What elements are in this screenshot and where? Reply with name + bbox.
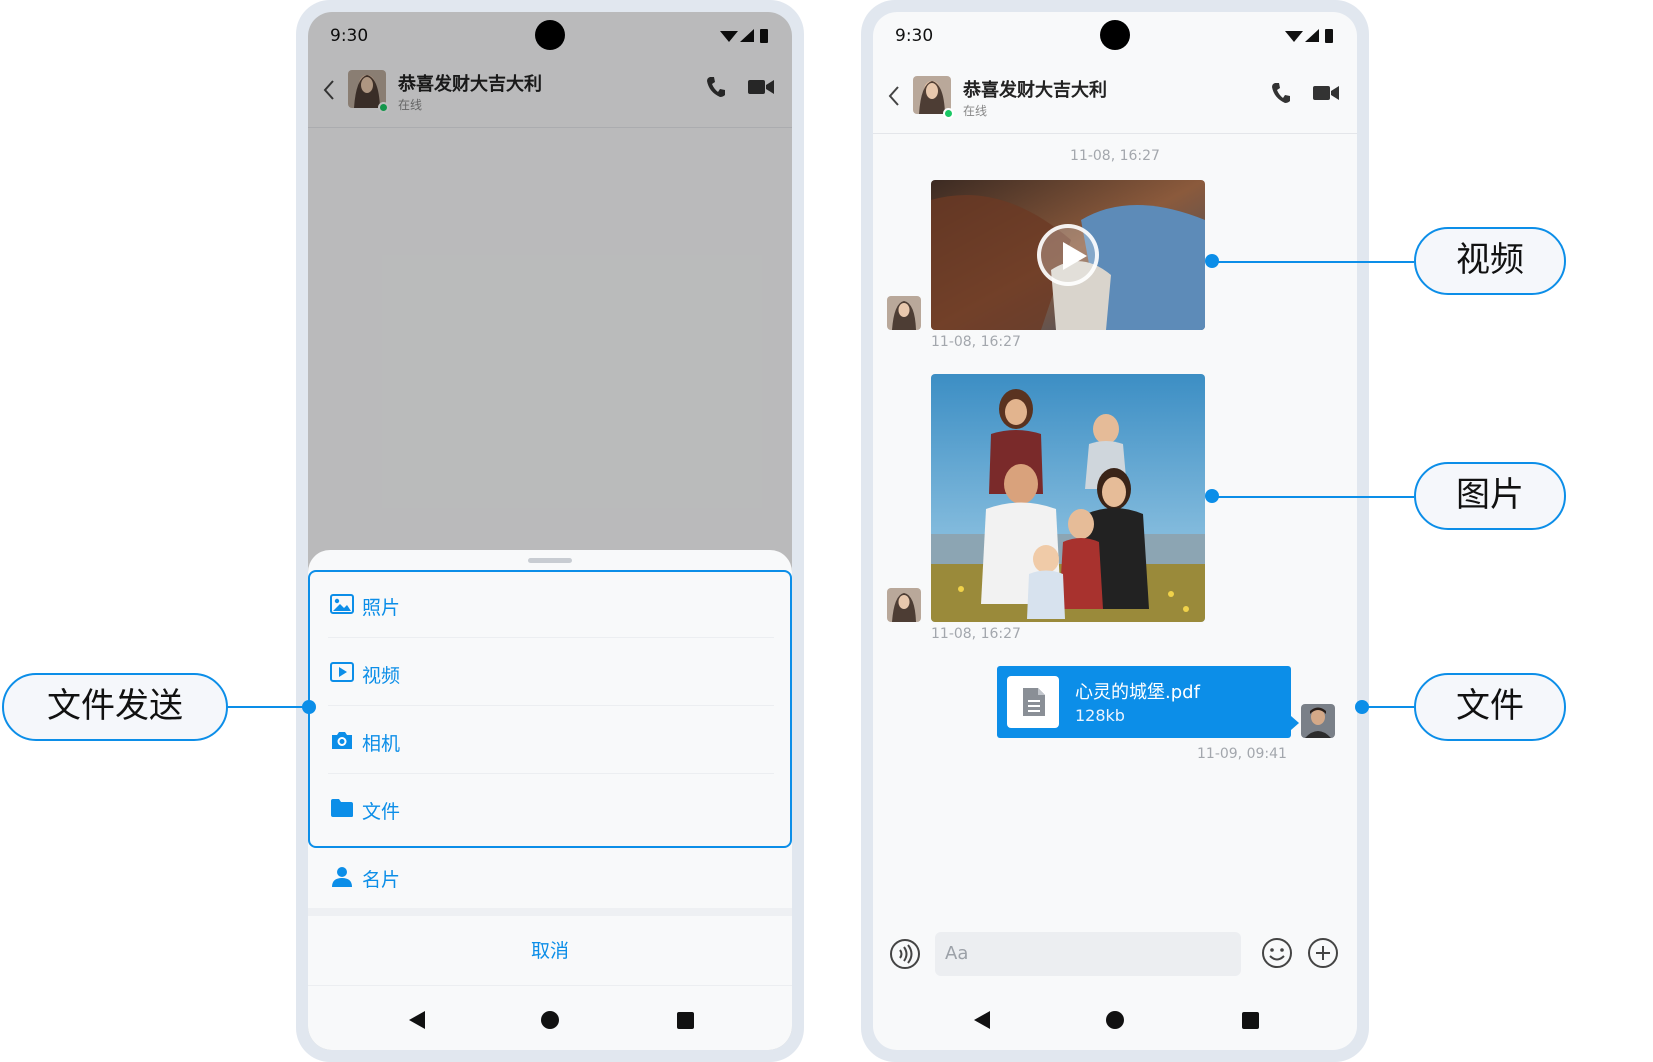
date-divider: 11-08, 16:27 [1070, 148, 1160, 164]
menu-item-label: 照片 [362, 597, 401, 619]
message-timestamp: 11-08, 16:27 [931, 626, 1021, 642]
menu-item-camera[interactable]: 相机 [328, 706, 774, 774]
callout-file: 文件 [1414, 673, 1566, 741]
self-avatar[interactable] [1301, 704, 1335, 738]
menu-item-file[interactable]: 文件 [328, 774, 774, 842]
sender-avatar[interactable] [887, 296, 921, 330]
status-icons [1285, 28, 1335, 48]
left-phone-mockup: 9:30 恭喜发财大吉大利 在线 照片 视频 相机 文件 名片 取消 [296, 0, 804, 1062]
menu-item-video[interactable]: 视频 [328, 638, 774, 706]
message-input[interactable]: Aa [935, 932, 1241, 976]
bubble-tail [1291, 716, 1299, 730]
back-icon[interactable] [887, 84, 901, 112]
message-timestamp: 11-08, 16:27 [931, 334, 1021, 350]
callout-dot [1355, 700, 1369, 714]
sheet-grabber[interactable] [528, 558, 572, 563]
emoji-icon[interactable] [1261, 937, 1293, 973]
phone-call-icon[interactable] [1271, 82, 1291, 108]
image-message[interactable] [931, 374, 1205, 622]
attach-bottom-sheet: 照片 视频 相机 文件 名片 取消 [308, 550, 792, 1050]
chat-name: 恭喜发财大吉大利 [963, 80, 1107, 101]
callout-connector [1212, 261, 1414, 263]
folder-icon [330, 798, 354, 822]
video-call-icon[interactable] [1313, 84, 1339, 106]
callout-dot [302, 700, 316, 714]
callout-connector [228, 706, 308, 708]
cancel-button[interactable]: 取消 [308, 916, 792, 986]
menu-item-contact-card[interactable]: 名片 [328, 842, 774, 910]
callout-image: 图片 [1414, 462, 1566, 530]
family-photo [931, 374, 1205, 622]
callout-video: 视频 [1414, 227, 1566, 295]
right-phone-screen: 9:30 恭喜发财大吉大利 在线 11-08, 16:27 11-08, 16:… [873, 12, 1357, 1050]
left-phone-screen: 9:30 恭喜发财大吉大利 在线 照片 视频 相机 文件 名片 取消 [308, 12, 792, 1050]
video-message[interactable] [931, 180, 1205, 330]
menu-item-label: 名片 [362, 869, 401, 891]
menu-item-photo[interactable]: 照片 [328, 570, 774, 638]
callout-connector [1212, 496, 1414, 498]
right-phone-mockup: 9:30 恭喜发财大吉大利 在线 11-08, 16:27 11-08, 16:… [861, 0, 1369, 1062]
video-file-icon [330, 662, 354, 686]
nav-recents-icon[interactable] [1242, 1012, 1259, 1029]
android-nav-bar [308, 990, 792, 1050]
message-input-bar: Aa [873, 920, 1357, 990]
online-indicator [943, 108, 954, 119]
file-message[interactable]: 心灵的城堡.pdf 128kb [997, 666, 1299, 738]
nav-back-icon[interactable] [973, 1010, 991, 1034]
file-size: 128kb [1075, 706, 1125, 725]
plus-icon[interactable] [1307, 937, 1339, 973]
callout-file-send: 文件发送 [2, 673, 228, 741]
message-timestamp: 11-09, 09:41 [1197, 746, 1287, 762]
photo-icon [330, 594, 354, 618]
play-icon[interactable] [1037, 224, 1099, 286]
camera-cutout [1100, 20, 1130, 50]
voice-icon[interactable] [889, 938, 921, 974]
nav-home-icon[interactable] [1106, 1011, 1124, 1029]
signal-battery-icon [1285, 29, 1333, 43]
nav-back-icon[interactable] [408, 1010, 426, 1034]
person-card-icon [330, 866, 354, 892]
sender-avatar[interactable] [887, 588, 921, 622]
nav-home-icon[interactable] [541, 1011, 559, 1029]
status-time: 9:30 [895, 26, 934, 46]
menu-item-label: 文件 [362, 801, 401, 823]
sheet-divider [308, 908, 792, 916]
chat-status: 在线 [963, 104, 988, 118]
android-nav-bar [873, 990, 1357, 1050]
file-name: 心灵的城堡.pdf [1075, 682, 1200, 703]
status-bar: 9:30 [873, 12, 1357, 60]
document-icon [1007, 676, 1059, 728]
camera-icon [330, 730, 354, 754]
menu-item-label: 相机 [362, 733, 401, 755]
chat-header: 恭喜发财大吉大利 在线 [873, 66, 1357, 134]
callout-connector [1362, 706, 1414, 708]
callout-dot [1205, 489, 1219, 503]
callout-dot [1205, 254, 1219, 268]
nav-recents-icon[interactable] [677, 1012, 694, 1029]
menu-item-label: 视频 [362, 665, 401, 687]
